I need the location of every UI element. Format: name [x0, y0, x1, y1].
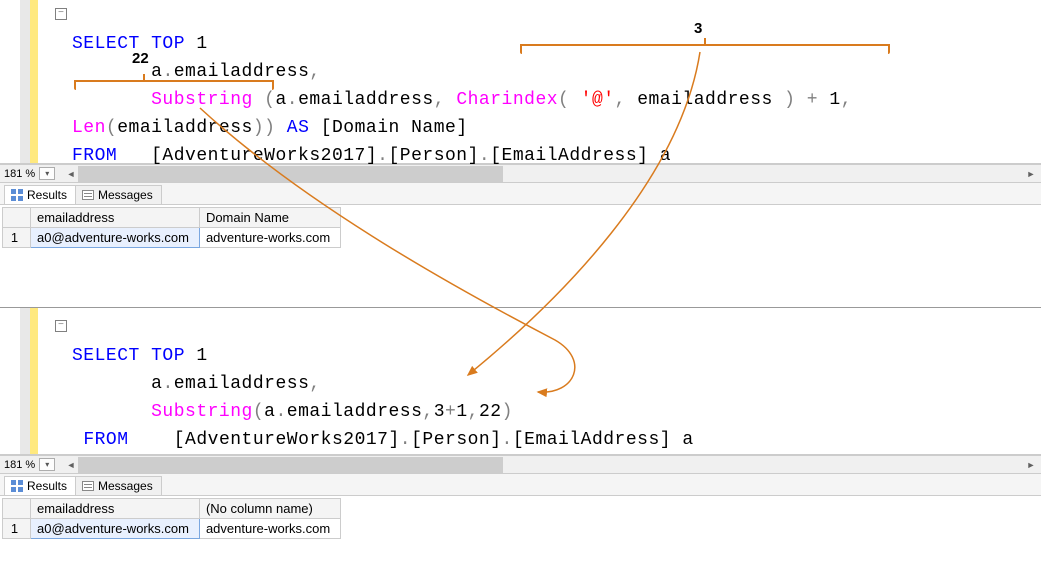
- cell[interactable]: adventure-works.com: [199, 519, 340, 539]
- col-header[interactable]: Domain Name: [199, 208, 340, 228]
- editor-pane-1: − SELECT TOP 1 a.emailaddress, Substring…: [0, 0, 1041, 164]
- scroll-left-icon[interactable]: ◄: [63, 169, 79, 179]
- cell[interactable]: a0@adventure-works.com: [31, 228, 200, 248]
- h-scrollbar[interactable]: [78, 457, 1023, 473]
- cell[interactable]: adventure-works.com: [199, 228, 340, 248]
- results-grid-1: emailaddress Domain Name 1 a0@adventure-…: [0, 207, 1041, 307]
- messages-icon: [82, 190, 94, 200]
- grid-icon: [11, 189, 23, 201]
- scroll-thumb[interactable]: [78, 166, 503, 182]
- editor-gutter: [0, 0, 50, 163]
- zoom-level[interactable]: 181 %: [4, 168, 35, 180]
- scroll-left-icon[interactable]: ◄: [63, 460, 79, 470]
- results-table[interactable]: emailaddress Domain Name 1 a0@adventure-…: [2, 207, 341, 248]
- zoom-scrollbar-1: 181 % ▾ ◄ ►: [0, 164, 1041, 183]
- tab-results[interactable]: Results: [4, 185, 76, 204]
- corner-cell: [3, 208, 31, 228]
- editor-pane-2: − SELECT TOP 1 a.emailaddress, Substring…: [0, 307, 1041, 455]
- col-header[interactable]: (No column name): [199, 499, 340, 519]
- fn-len: Len: [72, 118, 106, 138]
- editor-gutter: [0, 308, 50, 454]
- scroll-thumb[interactable]: [78, 457, 503, 473]
- scroll-right-icon[interactable]: ►: [1023, 169, 1039, 179]
- col-header[interactable]: emailaddress: [31, 208, 200, 228]
- kw-select: SELECT: [72, 34, 140, 54]
- fn-charindex: Charindex: [456, 90, 558, 110]
- col-header[interactable]: emailaddress: [31, 499, 200, 519]
- zoom-scrollbar-2: 181 % ▾ ◄ ►: [0, 455, 1041, 474]
- corner-cell: [3, 499, 31, 519]
- table-row[interactable]: 1 a0@adventure-works.com adventure-works…: [3, 519, 341, 539]
- grid-icon: [11, 480, 23, 492]
- h-scrollbar[interactable]: [78, 166, 1023, 182]
- zoom-dropdown-icon[interactable]: ▾: [39, 167, 55, 180]
- fold-toggle-icon[interactable]: −: [55, 320, 67, 332]
- zoom-dropdown-icon[interactable]: ▾: [39, 458, 55, 471]
- results-grid-2: emailaddress (No column name) 1 a0@adven…: [0, 498, 1041, 578]
- kw-top: TOP: [151, 34, 185, 54]
- scroll-right-icon[interactable]: ►: [1023, 460, 1039, 470]
- row-number[interactable]: 1: [3, 228, 31, 248]
- fn-substring: Substring: [151, 90, 253, 110]
- row-number[interactable]: 1: [3, 519, 31, 539]
- cell[interactable]: a0@adventure-works.com: [31, 519, 200, 539]
- table-row[interactable]: 1 a0@adventure-works.com adventure-works…: [3, 228, 341, 248]
- kw-from: FROM: [72, 146, 117, 166]
- zoom-level[interactable]: 181 %: [4, 459, 35, 471]
- fold-toggle-icon[interactable]: −: [55, 8, 67, 20]
- results-table[interactable]: emailaddress (No column name) 1 a0@adven…: [2, 498, 341, 539]
- messages-icon: [82, 481, 94, 491]
- tab-results[interactable]: Results: [4, 476, 76, 495]
